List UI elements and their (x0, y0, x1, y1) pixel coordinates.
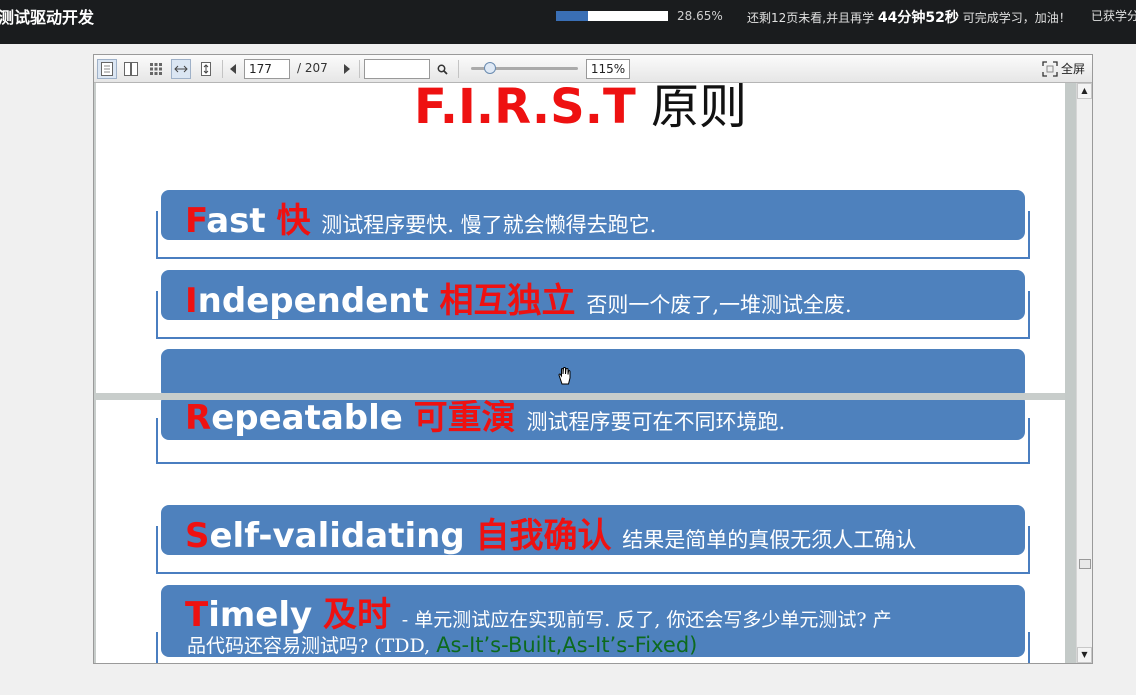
toolbar-divider (359, 60, 360, 78)
credits-earned-text: 已获学分 (1091, 9, 1136, 23)
item-heading: Timely 及时 - 单元测试应在实现前写. 反了, 你还会写多少单元测试? … (185, 587, 892, 636)
item-letter: F (185, 201, 207, 240)
vertical-scrollbar[interactable]: ▲ ▼ (1076, 83, 1092, 663)
fullscreen-button[interactable]: 全屏 (1042, 60, 1085, 77)
scroll-down-icon[interactable]: ▼ (1077, 647, 1092, 663)
item-heading: Self-validating 自我确认 结果是简单的真假无须人工确认 (185, 508, 916, 555)
item-desc-continued: 品代码还容易测试吗? (TDD, (187, 635, 437, 657)
zoom-slider-handle[interactable] (484, 62, 496, 74)
two-page-view-icon[interactable] (121, 59, 141, 79)
slide-title-suffix: 原则 (650, 83, 747, 135)
single-page-view-icon[interactable] (97, 59, 117, 79)
item-word: elf-validating (209, 516, 465, 555)
fullscreen-icon (1042, 60, 1058, 77)
item-word: ndependent (197, 281, 429, 320)
item-desc: 否则一个废了,一堆测试全废. (586, 293, 852, 317)
item-banner-partial (161, 349, 1025, 393)
total-pages: / 207 (297, 61, 328, 75)
item-desc: 测试程序要快. 慢了就会懒得去跑它. (321, 213, 657, 237)
item-letter: T (185, 595, 209, 635)
remain-prefix: 还剩12页未看,并且再学 (747, 11, 875, 25)
principle-item-independent: Independent 相互独立 否则一个废了,一堆测试全废. (154, 267, 1031, 341)
next-page-icon[interactable] (340, 59, 354, 79)
item-cn: 相互独立 (439, 281, 576, 320)
progress-bar-fill (556, 11, 589, 21)
remain-time: 44分钟52秒 (877, 10, 959, 26)
fit-height-icon[interactable] (196, 59, 216, 79)
document-page: F.I.R.S.T 原则 Fast 快 测试程序要快. 慢了就会懒得去跑它. I… (96, 83, 1065, 393)
item-banner: Repeatable 可重演 测试程序要可在不同环境跑. (161, 400, 1025, 440)
fit-width-icon[interactable] (171, 59, 191, 79)
remain-suffix: 可完成学习，加油！ (962, 11, 1071, 25)
progress-percent: 28.65% (677, 9, 723, 23)
previous-page-icon[interactable] (226, 59, 240, 79)
progress-bar (556, 11, 668, 21)
item-letter: S (185, 516, 210, 555)
item-banner: Timely 及时 - 单元测试应在实现前写. 反了, 你还会写多少单元测试? … (161, 585, 1025, 657)
item-letter: R (185, 400, 212, 438)
item-desc: - 单元测试应在实现前写. 反了, 你还会写多少单元测试? 产 (401, 609, 892, 631)
remaining-study-message: 还剩12页未看,并且再学 44分钟52秒 可完成学习，加油！ (747, 7, 1071, 27)
slide-title: F.I.R.S.T 原则 (96, 83, 1065, 137)
page-number-input[interactable] (244, 59, 290, 79)
viewer-toolbar: / 207 115% 全屏 (94, 55, 1092, 83)
thumbnail-view-icon[interactable] (146, 59, 166, 79)
principle-item-self-validating: Self-validating 自我确认 结果是简单的真假无须人工确认 (154, 502, 1031, 576)
search-input[interactable] (364, 59, 430, 79)
toolbar-divider (458, 60, 459, 78)
item-word: epeatable (211, 400, 403, 438)
item-cn: 快 (276, 201, 311, 240)
item-desc: 测试程序要可在不同环境跑. (526, 410, 786, 434)
item-banner: Fast 快 测试程序要快. 慢了就会懒得去跑它. (161, 190, 1025, 240)
item-desc: 结果是简单的真假无须人工确认 (622, 528, 917, 552)
top-bar: 测试驱动开发 28.65% 还剩12页未看,并且再学 44分钟52秒 可完成学习… (0, 0, 1136, 44)
page-edge (1065, 83, 1076, 663)
item-word: imely (208, 595, 313, 635)
item-heading: Fast 快 测试程序要快. 慢了就会懒得去跑它. (185, 193, 656, 240)
item-desc-highlight: As-It’s-Built,As-It’s-Fixed) (436, 633, 698, 657)
document-page: Repeatable 可重演 测试程序要可在不同环境跑. Self-valida… (96, 400, 1065, 663)
document-viewer: / 207 115% 全屏 F.I.R.S.T 原则 Fast 快 (93, 54, 1093, 664)
item-word: ast (206, 201, 266, 240)
scroll-up-icon[interactable]: ▲ (1077, 83, 1092, 99)
item-cn: 可重演 (413, 400, 516, 438)
item-desc-line2: 品代码还容易测试吗? (TDD, As-It’s-Built,As-It’s-F… (187, 631, 697, 657)
item-heading: Repeatable 可重演 测试程序要可在不同环境跑. (185, 400, 785, 439)
fullscreen-label: 全屏 (1061, 62, 1086, 76)
item-heading: Independent 相互独立 否则一个废了,一堆测试全废. (185, 273, 852, 320)
search-icon[interactable] (432, 59, 452, 79)
slide-title-acronym: F.I.R.S.T (414, 83, 636, 135)
item-banner: Self-validating 自我确认 结果是简单的真假无须人工确认 (161, 505, 1025, 555)
zoom-level[interactable]: 115% (586, 59, 630, 79)
item-cn: 及时 (322, 595, 391, 635)
toolbar-divider (222, 60, 223, 78)
item-letter: I (185, 281, 198, 320)
principle-item-timely: Timely 及时 - 单元测试应在实现前写. 反了, 你还会写多少单元测试? … (154, 582, 1031, 663)
principle-item-fast: Fast 快 测试程序要快. 慢了就会懒得去跑它. (154, 187, 1031, 261)
hand-cursor-icon (558, 367, 571, 385)
principle-item-repeatable: Repeatable 可重演 测试程序要可在不同环境跑. (154, 400, 1031, 468)
item-cn: 自我确认 (475, 516, 612, 555)
scrollbar-thumb[interactable] (1079, 559, 1091, 569)
course-title: 测试驱动开发 (0, 8, 95, 27)
item-banner: Independent 相互独立 否则一个废了,一堆测试全废. (161, 270, 1025, 320)
